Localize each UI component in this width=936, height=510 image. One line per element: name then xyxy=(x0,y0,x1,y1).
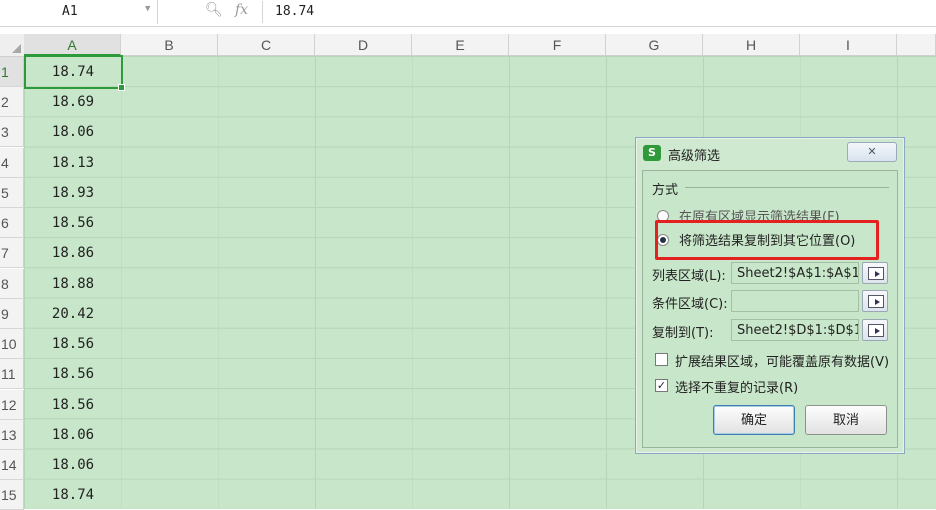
list-range-label: 列表区域(L): xyxy=(652,269,726,284)
cell-a7[interactable]: 18.86 xyxy=(25,238,121,268)
column-header-d[interactable]: D xyxy=(315,34,412,56)
highlight-box xyxy=(655,220,879,260)
cell-a12[interactable]: 18.56 xyxy=(25,390,121,420)
row-header[interactable]: 12 xyxy=(0,390,24,420)
method-group-label: 方式 xyxy=(652,183,679,198)
formula-bar: A1 ▼ 🔍︎ fx 18.74 xyxy=(0,0,936,27)
row-header[interactable]: 5 xyxy=(0,178,24,208)
wps-app-icon: S xyxy=(643,145,661,161)
copy-to-label: 复制到(T): xyxy=(652,326,714,341)
column-header-g[interactable]: G xyxy=(606,34,703,56)
range-select-icon xyxy=(868,324,884,337)
advanced-filter-dialog: S 高级筛选 ✕ 方式 在原有区域显示筛选结果(F) 将筛选结果复制到其它位置(… xyxy=(635,137,905,454)
column-header-b[interactable]: B xyxy=(121,34,218,56)
expand-range-checkbox[interactable] xyxy=(655,353,668,366)
cell-a6[interactable]: 18.56 xyxy=(25,208,121,238)
dialog-title: 高级筛选 xyxy=(668,149,721,164)
column-header-c[interactable]: C xyxy=(218,34,315,56)
cell-a15[interactable]: 18.74 xyxy=(25,480,121,510)
cell-a8[interactable]: 18.88 xyxy=(25,269,121,299)
group-divider xyxy=(685,187,889,188)
column-header-e[interactable]: E xyxy=(412,34,509,56)
checkmark-icon: ✓ xyxy=(656,379,667,392)
chevron-down-icon[interactable]: ▼ xyxy=(145,4,150,14)
close-icon: ✕ xyxy=(867,145,877,158)
row-header[interactable]: 13 xyxy=(0,420,24,450)
cancel-button[interactable]: 取消 xyxy=(805,405,887,435)
list-range-input[interactable]: Sheet2!$A$1:$A$18 xyxy=(731,262,859,284)
expand-range-label[interactable]: 扩展结果区域，可能覆盖原有数据(V) xyxy=(675,351,889,370)
range-select-icon xyxy=(868,267,884,280)
row-header[interactable]: 14 xyxy=(0,450,24,480)
row-header[interactable]: 7 xyxy=(0,238,24,268)
cell-a13[interactable]: 18.06 xyxy=(25,420,121,450)
name-box-value: A1 xyxy=(62,4,78,19)
close-button[interactable]: ✕ xyxy=(847,142,897,162)
cell-a4[interactable]: 18.13 xyxy=(25,148,121,178)
row-header[interactable]: 4 xyxy=(0,148,24,178)
formula-value: 18.74 xyxy=(275,4,315,19)
column-header-a[interactable]: A xyxy=(24,34,121,56)
row-header[interactable]: 8 xyxy=(0,269,24,299)
row-header[interactable]: 2 xyxy=(0,87,24,117)
column-header-h[interactable]: H xyxy=(703,34,800,56)
column-header-f[interactable]: F xyxy=(509,34,606,56)
copy-to-input[interactable]: Sheet2!$D$1:$D$10 xyxy=(731,319,859,341)
cell-a5[interactable]: 18.93 xyxy=(25,178,121,208)
function-icon[interactable]: fx xyxy=(235,2,248,18)
select-all-icon xyxy=(12,44,21,53)
criteria-range-input[interactable] xyxy=(731,290,859,312)
row-header[interactable]: 1 xyxy=(0,57,24,87)
formula-input[interactable]: 18.74 xyxy=(262,1,935,23)
list-range-picker-button[interactable] xyxy=(862,262,888,284)
copy-to-picker-button[interactable] xyxy=(862,319,888,341)
dialog-body: 方式 在原有区域显示筛选结果(F) 将筛选结果复制到其它位置(O) 列表区域(L… xyxy=(642,170,898,448)
column-header-i[interactable]: I xyxy=(800,34,897,56)
row-header[interactable]: 3 xyxy=(0,117,24,147)
row-header[interactable]: 15 xyxy=(0,480,24,510)
fill-handle[interactable] xyxy=(118,84,125,91)
unique-records-checkbox[interactable]: ✓ xyxy=(655,379,668,392)
row-header[interactable]: 11 xyxy=(0,359,24,389)
active-cell-border xyxy=(24,55,123,89)
dialog-title-bar[interactable]: S 高级筛选 ✕ xyxy=(641,142,899,165)
criteria-range-label: 条件区域(C): xyxy=(652,297,728,312)
select-all-corner[interactable] xyxy=(0,34,25,57)
column-header-overflow[interactable] xyxy=(897,34,936,56)
zoom-search-icon[interactable]: 🔍︎ xyxy=(205,2,223,18)
cell-a9[interactable]: 20.42 xyxy=(25,299,121,329)
cell-a10[interactable]: 18.56 xyxy=(25,329,121,359)
range-select-icon xyxy=(868,295,884,308)
cell-a14[interactable]: 18.06 xyxy=(25,450,121,480)
name-box[interactable]: A1 ▼ xyxy=(0,0,158,24)
criteria-range-picker-button[interactable] xyxy=(862,290,888,312)
ok-button[interactable]: 确定 xyxy=(713,405,795,435)
row-header[interactable]: 6 xyxy=(0,208,24,238)
unique-records-label[interactable]: 选择不重复的记录(R) xyxy=(675,377,798,396)
cell-a2[interactable]: 18.69 xyxy=(25,87,121,117)
cell-a3[interactable]: 18.06 xyxy=(25,117,121,147)
cell-a11[interactable]: 18.56 xyxy=(25,359,121,389)
row-header[interactable]: 10 xyxy=(0,329,24,359)
row-header[interactable]: 9 xyxy=(0,299,24,329)
